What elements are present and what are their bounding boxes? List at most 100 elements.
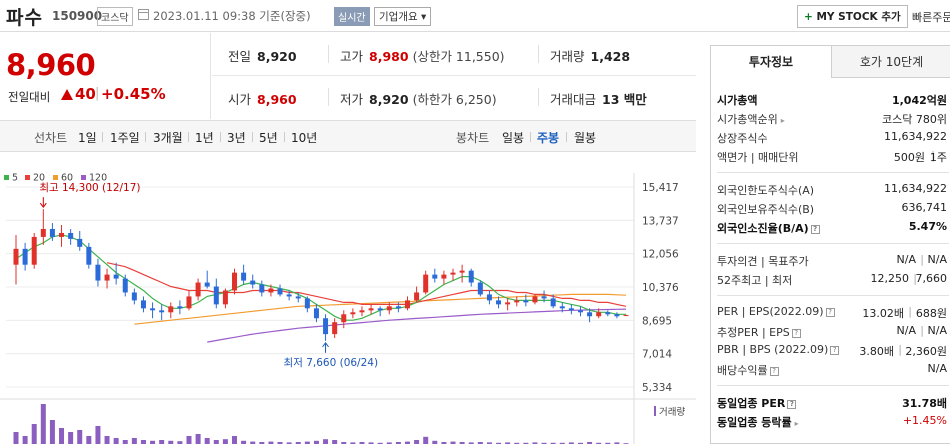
volume-bar [95, 426, 101, 444]
amount-value: 13 백만 [602, 92, 647, 107]
rank-row: 시가총액순위 ▸ 코스닥 780위 [717, 108, 949, 128]
volume-legend-swatch [654, 406, 656, 416]
divider [538, 45, 539, 63]
foreign-ratio-label: 외국인소진율(B/A)? [717, 220, 820, 236]
est-eps-value: N/A [927, 324, 947, 337]
change-separator: | [95, 86, 100, 101]
period-3y[interactable]: 3년 [227, 129, 246, 146]
open-cell: 시가 8,960 [228, 89, 297, 108]
candle-monthly[interactable]: 월봉 [574, 129, 596, 146]
divider [530, 132, 531, 142]
volume-label: 거래량 [659, 406, 685, 418]
candle-body [122, 278, 128, 293]
help-icon: ? [825, 308, 835, 317]
divider [717, 172, 949, 173]
datetime-text: 2023.01.11 09:38 기준(장중) [153, 9, 311, 23]
volume-bar [204, 438, 210, 444]
volume-bar [186, 436, 192, 444]
period-5y[interactable]: 5년 [259, 129, 278, 146]
low-annotation: 최저 7,660 (06/24) [284, 357, 379, 369]
chevron-right-icon: ▸ [794, 419, 799, 428]
opinion-separator: | [920, 253, 924, 266]
candle-body [40, 228, 46, 237]
candle-body [104, 274, 110, 281]
divider [145, 132, 146, 142]
per-label: PER | EPS(2022.09)? [717, 305, 835, 318]
candle-body [423, 274, 429, 293]
candle-body [323, 318, 329, 335]
pbr-row: PBR | BPS (2022.09)? 3.80배 | 2,360원 [717, 340, 949, 360]
candle-daily[interactable]: 일봉 [502, 129, 524, 146]
candle-body [168, 306, 174, 313]
candle-body [496, 300, 502, 305]
divider [566, 132, 567, 142]
foreign-hold-label: 외국인보유주식수(B) [717, 203, 815, 216]
help-icon: ? [787, 400, 797, 409]
candle-body [596, 312, 602, 317]
open-label: 시가 [228, 92, 252, 107]
volume-bar [222, 439, 228, 444]
candle-body [350, 312, 356, 315]
volume-bar [113, 438, 119, 444]
candle-body [541, 296, 547, 299]
candle-body [59, 232, 65, 237]
candle-body [432, 274, 438, 279]
candle-body [232, 272, 238, 291]
period-1w[interactable]: 1주일 [110, 129, 140, 146]
add-mystock-label: MY STOCK 추가 [812, 11, 901, 23]
line-chart-label: 선차트 [34, 131, 68, 145]
rank-label: 시가총액순위 ▸ [717, 113, 785, 126]
add-mystock-button[interactable]: + MY STOCK 추가 [797, 5, 908, 28]
candle-weekly[interactable]: 주봉 [537, 129, 559, 146]
foreign-limit-row: 외국인한도주식수(A) 11,634,922 [717, 179, 949, 199]
candle-body [213, 286, 219, 305]
est-separator: | [920, 324, 924, 337]
y-tick-label: 10,376 [642, 282, 679, 294]
ma20-line [106, 262, 627, 307]
stock-name: 파수 [6, 7, 43, 29]
quick-order-link[interactable]: 빠른주문 [912, 9, 950, 25]
tab-investment-info[interactable]: 투자정보 [711, 46, 831, 78]
period-3m[interactable]: 3개월 [153, 129, 183, 146]
lower-limit: (하한가 6,250) [412, 92, 497, 107]
candle-body [623, 315, 629, 317]
help-icon: ? [791, 329, 801, 338]
eps-value: 688원 [915, 307, 947, 320]
divider [102, 132, 103, 142]
low-value: 8,920 [369, 92, 409, 107]
period-1d[interactable]: 1일 [78, 129, 97, 146]
volume-bar [332, 440, 338, 444]
dividend-value: N/A [927, 362, 947, 375]
candle-body [268, 288, 274, 293]
volume-cell: 거래량 1,428 [550, 46, 630, 65]
candle-body [222, 290, 228, 305]
volume-label: 거래량 [550, 49, 585, 64]
price-summary: 8,960 전일대비 40 | +0.45% [0, 33, 211, 119]
foreign-ratio-row: 외국인소진율(B/A)? 5.47% [717, 217, 949, 237]
candle-chart-label: 봉차트 [456, 131, 490, 145]
company-overview-button[interactable]: 기업개요 ▾ [374, 7, 432, 26]
period-1y[interactable]: 1년 [195, 129, 214, 146]
candle-body [468, 270, 474, 283]
candle-body [13, 248, 19, 265]
volume-bar [86, 436, 92, 444]
tab-orderbook[interactable]: 호가 10단계 [831, 46, 950, 78]
candle-body [95, 264, 101, 281]
volume-bar [140, 440, 146, 444]
divider [284, 132, 285, 142]
help-icon: ? [830, 346, 840, 355]
foreign-hold-row: 외국인보유주식수(B) 636,741 [717, 198, 949, 218]
volume-bar [49, 420, 55, 444]
candle-body [286, 294, 292, 297]
est-per-row: 추정PER | EPS? N/A | N/A [717, 321, 949, 341]
candle-body [441, 274, 447, 279]
target-price-value: N/A [927, 253, 947, 266]
price-chart[interactable]: 15,417 13,737 12,056 10,376 8,695 7,014 5,334 5… [0, 153, 696, 444]
divider [328, 45, 329, 63]
period-10y[interactable]: 10년 [291, 129, 317, 146]
candle-body [313, 308, 319, 319]
pbr-value: 3.80배 [859, 345, 894, 358]
open-value: 8,960 [257, 92, 297, 107]
volume-bar [40, 404, 46, 444]
candle-body [377, 308, 383, 311]
